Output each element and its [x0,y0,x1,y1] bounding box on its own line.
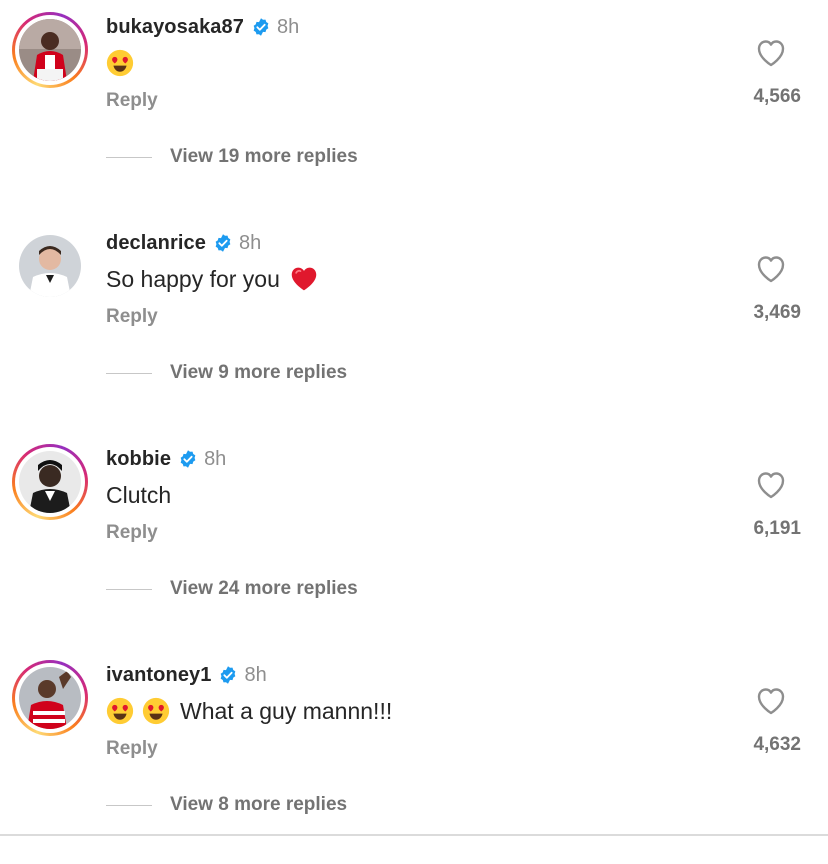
timestamp: 8h [244,663,267,686]
like-count: 4,566 [753,86,801,107]
reply-button[interactable]: Reply [106,90,158,112]
comment-text: Clutch [106,478,171,512]
avatar-photo [19,235,81,297]
divider [106,156,152,158]
comment-item: ivantoney1 8h What a guy mannn!!! Reply … [0,648,828,864]
divider [106,804,152,806]
view-replies-label: View 19 more replies [170,146,358,167]
comment-text [106,46,144,80]
divider [106,372,152,374]
like-count: 4,632 [753,734,801,755]
divider [106,588,152,590]
avatar[interactable] [12,228,88,304]
heart-eyes-emoji-icon [142,697,170,725]
username[interactable]: declanrice [106,232,206,255]
view-replies-button[interactable]: View 8 more replies [106,794,347,816]
view-replies-button[interactable]: View 19 more replies [106,146,358,168]
like-count: 6,191 [753,518,801,539]
comment-item: bukayosaka87 8h Reply 4,566 View 19 more… [0,0,828,216]
comment-item: declanrice 8h So happy for you Reply 3,4… [0,216,828,432]
comment-text: What a guy mannn!!! [106,694,392,728]
comment-text-content: What a guy mannn!!! [180,697,393,724]
username[interactable]: kobbie [106,448,171,471]
heart-like-icon[interactable] [754,252,788,286]
view-replies-label: View 24 more replies [170,578,358,599]
heart-like-icon[interactable] [754,684,788,718]
heart-eyes-emoji-icon [106,697,134,725]
reply-button[interactable]: Reply [106,522,158,544]
timestamp: 8h [238,231,262,254]
avatar[interactable] [12,660,88,736]
comment-text-content: So happy for you [106,265,280,292]
like-count: 3,469 [753,302,801,323]
verified-badge-icon [221,666,236,684]
comment-text-content: Clutch [106,481,172,508]
timestamp: 8h [276,15,300,38]
heart-like-icon[interactable] [754,36,788,70]
view-replies-button[interactable]: View 9 more replies [106,362,347,384]
reply-button[interactable]: Reply [106,738,158,760]
reply-button[interactable]: Reply [106,306,158,328]
timestamp: 8h [204,447,227,470]
avatar-photo [19,667,81,729]
avatar[interactable] [12,444,88,520]
avatar-photo [19,19,81,81]
heart-eyes-emoji-icon [106,49,134,77]
verified-badge-icon [215,234,231,252]
view-replies-label: View 9 more replies [170,362,348,383]
username[interactable]: bukayosaka87 [106,16,244,39]
verified-badge-icon [180,450,196,468]
red-heart-emoji-icon [291,267,317,291]
avatar-photo [19,451,81,513]
view-replies-button[interactable]: View 24 more replies [106,578,358,600]
view-replies-label: View 8 more replies [170,794,348,815]
avatar[interactable] [12,12,88,88]
comment-text: So happy for you [106,262,328,296]
heart-like-icon[interactable] [754,468,788,502]
verified-badge-icon [253,18,269,36]
username[interactable]: ivantoney1 [106,664,211,687]
comment-item: kobbie 8h Clutch Reply 6,191 View 24 mor… [0,432,828,648]
